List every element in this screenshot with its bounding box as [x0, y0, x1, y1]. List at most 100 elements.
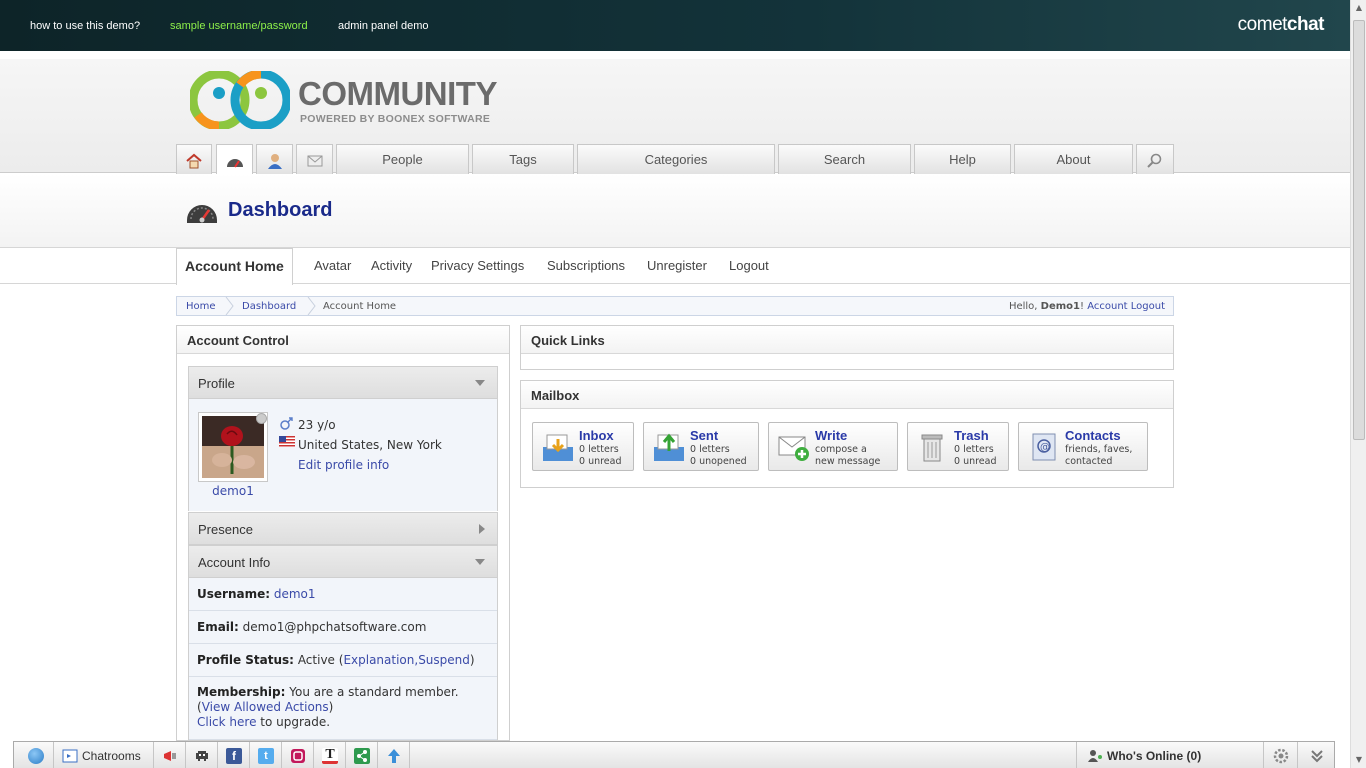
- nav-people-tab[interactable]: People: [336, 144, 469, 174]
- trash-letters: 0 letters: [954, 444, 994, 455]
- nav-tags-tab[interactable]: Tags: [472, 144, 574, 174]
- explanation-link[interactable]: Explanation,: [343, 653, 418, 667]
- compose-icon: [778, 436, 809, 461]
- account-info-section-header[interactable]: Account Info: [188, 545, 498, 578]
- profile-status-row: Profile Status: Active (Explanation,Susp…: [189, 644, 497, 677]
- nav-help-tab[interactable]: Help: [914, 144, 1011, 174]
- facebook-button[interactable]: f: [218, 742, 250, 768]
- subtab-logout[interactable]: Logout: [729, 258, 769, 273]
- nav-profile-tab[interactable]: [256, 144, 293, 174]
- scroll-down-arrow-icon[interactable]: ▼: [1351, 752, 1366, 768]
- games-button[interactable]: [186, 742, 218, 768]
- suspend-link[interactable]: Suspend: [418, 653, 470, 667]
- status-close-paren: ): [469, 653, 475, 667]
- nav-home-tab[interactable]: [176, 144, 212, 174]
- hide-bar-button[interactable]: [1298, 742, 1336, 768]
- inbox-button[interactable]: Inbox 0 letters 0 unread: [532, 422, 634, 471]
- announcements-button[interactable]: [154, 742, 186, 768]
- cometchat-globe-icon: [28, 748, 44, 764]
- gear-icon: [1273, 748, 1289, 764]
- sent-icon: [654, 433, 684, 461]
- subtab-privacy-settings[interactable]: Privacy Settings: [431, 258, 524, 273]
- sample-credentials-link[interactable]: sample username/password: [170, 20, 308, 32]
- search-icon: [1147, 153, 1162, 168]
- whos-online-button[interactable]: Who's Online (0): [1076, 742, 1264, 768]
- subtab-unregister[interactable]: Unregister: [647, 258, 707, 273]
- username-value-link[interactable]: demo1: [274, 587, 316, 601]
- space-invader-icon: [196, 751, 208, 761]
- account-info-body: Username: demo1 Email: demo1@phpchatsoft…: [188, 578, 498, 740]
- username-row: Username: demo1: [189, 578, 497, 611]
- us-flag-icon: [279, 436, 295, 447]
- nav-about-tab[interactable]: About: [1014, 144, 1133, 174]
- upgrade-link[interactable]: Click here: [197, 715, 256, 729]
- sent-title: Sent: [690, 428, 719, 443]
- nav-dashboard-tab[interactable]: [216, 144, 253, 175]
- vertical-scrollbar[interactable]: ▲ ▼: [1350, 0, 1366, 768]
- mailbox-title: Mailbox: [521, 381, 1173, 409]
- username-label: Username:: [197, 587, 271, 601]
- presence-section-header[interactable]: Presence: [188, 512, 498, 545]
- membership-row: Membership: You are a standard member. (…: [189, 677, 497, 740]
- write-title: Write: [815, 428, 848, 443]
- page-title-bar: Dashboard: [0, 174, 1350, 248]
- profile-location: United States, New York: [298, 438, 442, 452]
- view-allowed-close-paren: ): [328, 700, 334, 714]
- subtab-subscriptions[interactable]: Subscriptions: [547, 258, 625, 273]
- write-button[interactable]: Write compose a new message: [768, 422, 898, 471]
- subtab-account-home[interactable]: Account Home: [176, 248, 293, 285]
- chatrooms-button[interactable]: Chatrooms: [54, 742, 154, 768]
- svg-text:@: @: [1040, 442, 1050, 453]
- breadcrumb-dashboard[interactable]: Dashboard: [242, 301, 296, 312]
- scroll-up-arrow-icon[interactable]: ▲: [1351, 0, 1366, 16]
- email-value: demo1@phpchatsoftware.com: [242, 620, 427, 634]
- trash-title: Trash: [954, 428, 989, 443]
- chat-settings-button[interactable]: [1264, 742, 1298, 768]
- page-title: Dashboard: [228, 199, 333, 221]
- trash-button[interactable]: Trash 0 letters 0 unread: [907, 422, 1009, 471]
- edit-profile-link[interactable]: Edit profile info: [298, 458, 389, 472]
- profile-section-label: Profile: [198, 376, 235, 391]
- profile-avatar[interactable]: [198, 412, 268, 482]
- how-to-use-link[interactable]: how to use this demo?: [30, 20, 140, 32]
- inbox-letters: 0 letters: [579, 444, 619, 455]
- inbox-title: Inbox: [579, 428, 614, 443]
- nav-search-button[interactable]: [1136, 144, 1174, 174]
- nav-mail-tab[interactable]: [296, 144, 333, 174]
- demo-top-bar: how to use this demo? sample username/pa…: [0, 0, 1350, 51]
- scrollbar-thumb[interactable]: [1353, 20, 1365, 440]
- subtab-avatar[interactable]: Avatar: [314, 258, 351, 273]
- subtab-activity[interactable]: Activity: [371, 258, 412, 273]
- share-button[interactable]: [346, 742, 378, 768]
- cometchat-bar: Chatrooms f t T Who's Online (0): [13, 741, 1335, 768]
- account-control-panel: Account Control Profile demo1 23 y/o Uni…: [176, 325, 510, 741]
- quick-links-title: Quick Links: [521, 326, 1173, 354]
- home-icon: [186, 153, 202, 169]
- text-button[interactable]: T: [314, 742, 346, 768]
- trash-unread: 0 unread: [954, 456, 997, 467]
- instagram-button[interactable]: [282, 742, 314, 768]
- mailbox-panel: Mailbox Inbox 0 letters 0 unread Sent 0 …: [520, 380, 1174, 488]
- cometchat-logo: cometchat: [1238, 14, 1325, 36]
- nav-categories-tab[interactable]: Categories: [577, 144, 775, 174]
- contacts-button[interactable]: @ Contacts friends, faves, contacted: [1018, 422, 1148, 471]
- dashboard-icon: [226, 158, 243, 168]
- account-logout-link[interactable]: Account Logout: [1087, 301, 1165, 312]
- profile-username-link[interactable]: demo1: [198, 484, 268, 498]
- view-allowed-actions-link[interactable]: View Allowed Actions: [202, 700, 329, 714]
- profile-section-header[interactable]: Profile: [188, 366, 498, 399]
- site-logo[interactable]: COMMUNITY POWERED BY BOONEX SOFTWARE: [190, 71, 500, 131]
- text-format-icon: T: [322, 748, 338, 764]
- chat-home-button[interactable]: [14, 742, 54, 768]
- breadcrumb-current: Account Home: [323, 301, 397, 312]
- nav-search-tab[interactable]: Search: [778, 144, 911, 174]
- sent-unopened: 0 unopened: [690, 456, 747, 467]
- sent-button[interactable]: Sent 0 letters 0 unopened: [643, 422, 759, 471]
- logo-tagline: POWERED BY BOONEX SOFTWARE: [300, 113, 491, 125]
- twitter-button[interactable]: t: [250, 742, 282, 768]
- breadcrumb-home[interactable]: Home: [186, 301, 216, 312]
- upload-button[interactable]: [378, 742, 410, 768]
- trash-icon: [921, 434, 943, 462]
- admin-panel-demo-link[interactable]: admin panel demo: [338, 20, 429, 32]
- site-header: COMMUNITY POWERED BY BOONEX SOFTWARE Peo…: [0, 59, 1350, 175]
